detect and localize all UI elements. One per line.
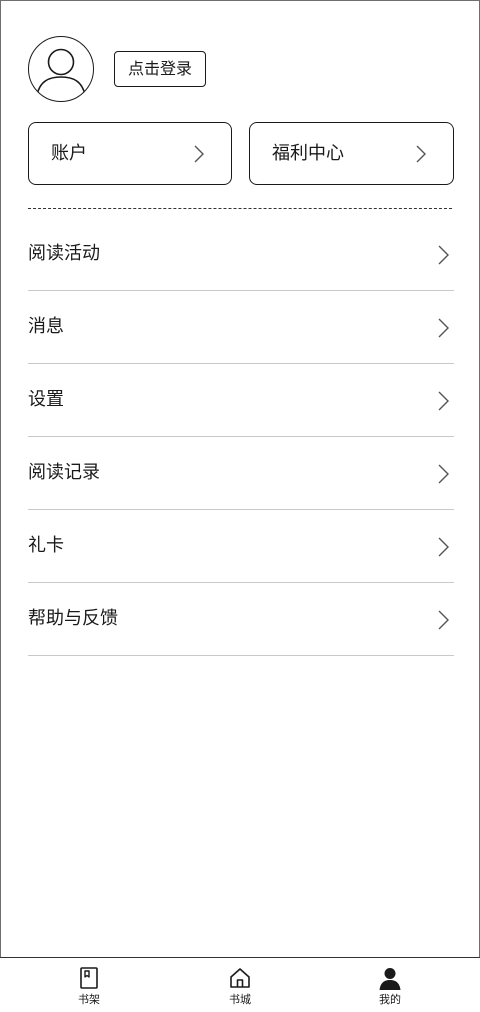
bookshelf-icon bbox=[80, 967, 98, 989]
chevron-right-icon bbox=[194, 145, 204, 163]
menu-item-settings[interactable]: 设置 bbox=[28, 364, 454, 437]
menu-item-label: 设置 bbox=[28, 389, 64, 410]
menu-item-gift-card[interactable]: 礼卡 bbox=[28, 510, 454, 583]
menu-item-help-feedback[interactable]: 帮助与反馈 bbox=[28, 583, 454, 656]
chevron-right-icon bbox=[438, 537, 449, 557]
menu-item-messages[interactable]: 消息 bbox=[28, 291, 454, 364]
menu-item-label: 帮助与反馈 bbox=[28, 608, 118, 629]
chevron-right-icon bbox=[438, 464, 449, 484]
menu-item-label: 阅读记录 bbox=[28, 462, 100, 483]
bottom-tab-bar: 书架 书城 我的 bbox=[0, 957, 480, 1012]
person-icon bbox=[379, 968, 401, 990]
menu-item-reading-activity[interactable]: 阅读活动 bbox=[28, 218, 454, 291]
tab-label: 书架 bbox=[78, 993, 100, 1006]
menu-item-label: 阅读活动 bbox=[28, 243, 100, 264]
chevron-right-icon bbox=[438, 610, 449, 630]
tab-bookstore[interactable]: 书城 bbox=[200, 958, 280, 1012]
chevron-right-icon bbox=[416, 145, 426, 163]
menu-item-reading-history[interactable]: 阅读记录 bbox=[28, 437, 454, 510]
home-icon bbox=[230, 968, 250, 988]
login-button[interactable]: 点击登录 bbox=[114, 51, 206, 87]
tab-label: 书城 bbox=[229, 993, 251, 1006]
account-card[interactable]: 账户 bbox=[28, 122, 232, 185]
dashed-divider bbox=[28, 208, 452, 209]
user-avatar-icon[interactable] bbox=[28, 36, 94, 102]
menu-item-label: 消息 bbox=[28, 316, 64, 337]
welfare-center-card[interactable]: 福利中心 bbox=[249, 122, 454, 185]
chevron-right-icon bbox=[438, 391, 449, 411]
menu-item-label: 礼卡 bbox=[28, 535, 64, 556]
chevron-right-icon bbox=[438, 318, 449, 338]
tab-bookshelf[interactable]: 书架 bbox=[49, 958, 129, 1012]
chevron-right-icon bbox=[438, 245, 449, 265]
tab-mine[interactable]: 我的 bbox=[350, 958, 430, 1012]
welfare-card-label: 福利中心 bbox=[272, 143, 344, 164]
tab-label: 我的 bbox=[379, 993, 401, 1006]
account-card-label: 账户 bbox=[51, 143, 87, 164]
app-frame: 点击登录 账户 福利中心 阅读活动 消息 设置 阅读记录 礼卡 帮助与反馈 bbox=[0, 0, 480, 1012]
settings-menu: 阅读活动 消息 设置 阅读记录 礼卡 帮助与反馈 bbox=[28, 218, 454, 656]
